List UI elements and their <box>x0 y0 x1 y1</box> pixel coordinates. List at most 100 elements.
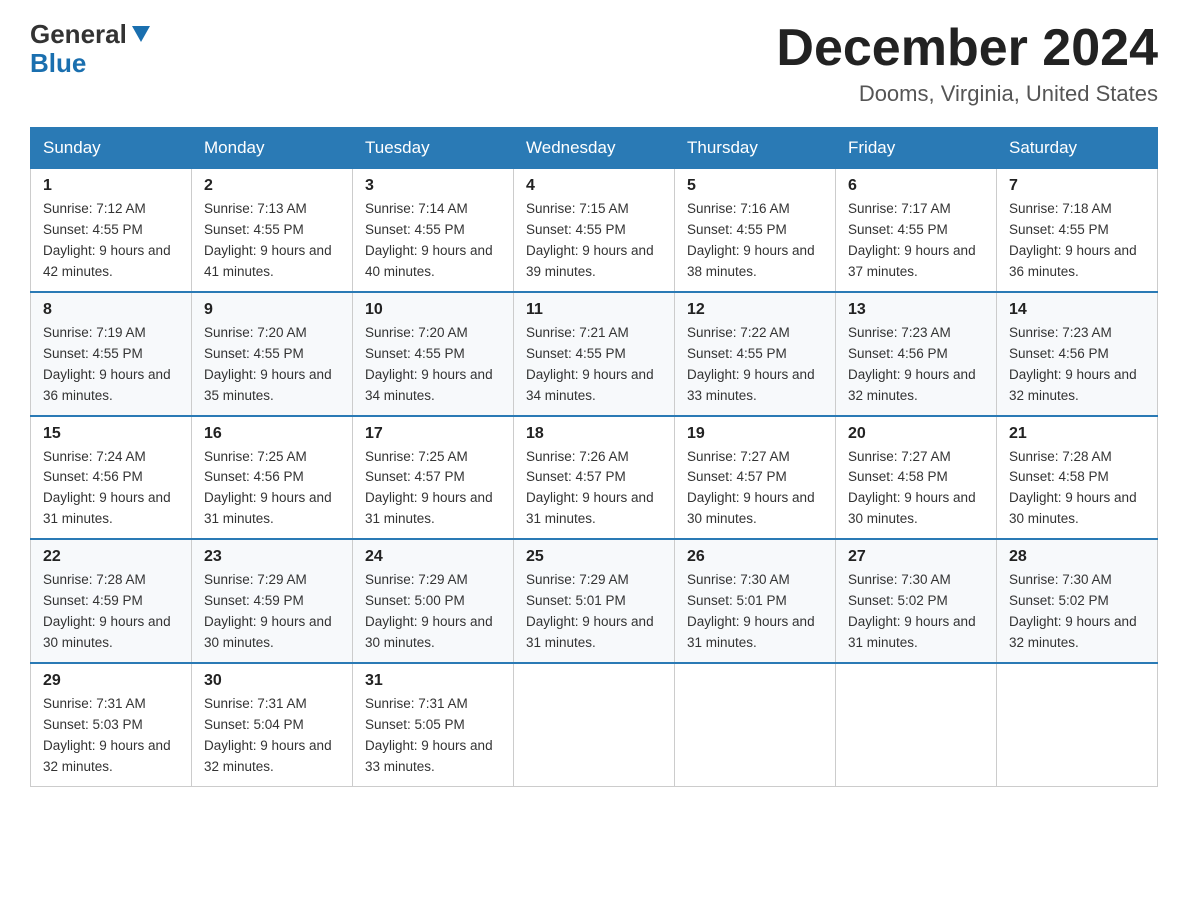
table-row: 24 Sunrise: 7:29 AMSunset: 5:00 PMDaylig… <box>353 539 514 663</box>
table-row <box>675 663 836 786</box>
day-number: 8 <box>43 301 179 319</box>
table-row: 5 Sunrise: 7:16 AMSunset: 4:55 PMDayligh… <box>675 169 836 292</box>
day-info: Sunrise: 7:25 AMSunset: 4:56 PMDaylight:… <box>204 449 332 527</box>
day-info: Sunrise: 7:29 AMSunset: 4:59 PMDaylight:… <box>204 572 332 650</box>
logo-general-line: General <box>30 20 152 49</box>
table-row: 14 Sunrise: 7:23 AMSunset: 4:56 PMDaylig… <box>997 292 1158 416</box>
table-row: 8 Sunrise: 7:19 AMSunset: 4:55 PMDayligh… <box>31 292 192 416</box>
day-number: 27 <box>848 548 984 566</box>
day-info: Sunrise: 7:14 AMSunset: 4:55 PMDaylight:… <box>365 201 493 279</box>
day-info: Sunrise: 7:21 AMSunset: 4:55 PMDaylight:… <box>526 325 654 403</box>
day-number: 5 <box>687 177 823 195</box>
day-info: Sunrise: 7:15 AMSunset: 4:55 PMDaylight:… <box>526 201 654 279</box>
table-row: 23 Sunrise: 7:29 AMSunset: 4:59 PMDaylig… <box>192 539 353 663</box>
table-row: 13 Sunrise: 7:23 AMSunset: 4:56 PMDaylig… <box>836 292 997 416</box>
day-number: 3 <box>365 177 501 195</box>
day-info: Sunrise: 7:31 AMSunset: 5:04 PMDaylight:… <box>204 696 332 774</box>
table-row: 11 Sunrise: 7:21 AMSunset: 4:55 PMDaylig… <box>514 292 675 416</box>
day-info: Sunrise: 7:23 AMSunset: 4:56 PMDaylight:… <box>848 325 976 403</box>
day-info: Sunrise: 7:31 AMSunset: 5:05 PMDaylight:… <box>365 696 493 774</box>
day-number: 7 <box>1009 177 1145 195</box>
header-wednesday: Wednesday <box>514 128 675 169</box>
header-thursday: Thursday <box>675 128 836 169</box>
table-row: 3 Sunrise: 7:14 AMSunset: 4:55 PMDayligh… <box>353 169 514 292</box>
table-row: 20 Sunrise: 7:27 AMSunset: 4:58 PMDaylig… <box>836 416 997 540</box>
calendar-week-2: 8 Sunrise: 7:19 AMSunset: 4:55 PMDayligh… <box>31 292 1158 416</box>
day-info: Sunrise: 7:30 AMSunset: 5:02 PMDaylight:… <box>1009 572 1137 650</box>
day-info: Sunrise: 7:23 AMSunset: 4:56 PMDaylight:… <box>1009 325 1137 403</box>
day-info: Sunrise: 7:20 AMSunset: 4:55 PMDaylight:… <box>365 325 493 403</box>
table-row: 22 Sunrise: 7:28 AMSunset: 4:59 PMDaylig… <box>31 539 192 663</box>
day-info: Sunrise: 7:26 AMSunset: 4:57 PMDaylight:… <box>526 449 654 527</box>
day-number: 19 <box>687 425 823 443</box>
logo: General Blue <box>30 20 152 77</box>
day-number: 18 <box>526 425 662 443</box>
day-number: 12 <box>687 301 823 319</box>
day-number: 9 <box>204 301 340 319</box>
day-number: 30 <box>204 672 340 690</box>
table-row: 31 Sunrise: 7:31 AMSunset: 5:05 PMDaylig… <box>353 663 514 786</box>
header-saturday: Saturday <box>997 128 1158 169</box>
calendar-header-row: Sunday Monday Tuesday Wednesday Thursday… <box>31 128 1158 169</box>
day-info: Sunrise: 7:24 AMSunset: 4:56 PMDaylight:… <box>43 449 171 527</box>
day-info: Sunrise: 7:25 AMSunset: 4:57 PMDaylight:… <box>365 449 493 527</box>
table-row: 6 Sunrise: 7:17 AMSunset: 4:55 PMDayligh… <box>836 169 997 292</box>
day-info: Sunrise: 7:13 AMSunset: 4:55 PMDaylight:… <box>204 201 332 279</box>
day-info: Sunrise: 7:30 AMSunset: 5:02 PMDaylight:… <box>848 572 976 650</box>
day-info: Sunrise: 7:29 AMSunset: 5:01 PMDaylight:… <box>526 572 654 650</box>
calendar-week-4: 22 Sunrise: 7:28 AMSunset: 4:59 PMDaylig… <box>31 539 1158 663</box>
day-info: Sunrise: 7:30 AMSunset: 5:01 PMDaylight:… <box>687 572 815 650</box>
table-row: 2 Sunrise: 7:13 AMSunset: 4:55 PMDayligh… <box>192 169 353 292</box>
table-row: 1 Sunrise: 7:12 AMSunset: 4:55 PMDayligh… <box>31 169 192 292</box>
calendar-table: Sunday Monday Tuesday Wednesday Thursday… <box>30 127 1158 786</box>
calendar-week-3: 15 Sunrise: 7:24 AMSunset: 4:56 PMDaylig… <box>31 416 1158 540</box>
day-info: Sunrise: 7:27 AMSunset: 4:58 PMDaylight:… <box>848 449 976 527</box>
day-number: 24 <box>365 548 501 566</box>
calendar-week-5: 29 Sunrise: 7:31 AMSunset: 5:03 PMDaylig… <box>31 663 1158 786</box>
logo-blue-text: Blue <box>30 49 86 78</box>
day-number: 17 <box>365 425 501 443</box>
day-number: 20 <box>848 425 984 443</box>
calendar-week-1: 1 Sunrise: 7:12 AMSunset: 4:55 PMDayligh… <box>31 169 1158 292</box>
table-row: 28 Sunrise: 7:30 AMSunset: 5:02 PMDaylig… <box>997 539 1158 663</box>
day-info: Sunrise: 7:28 AMSunset: 4:59 PMDaylight:… <box>43 572 171 650</box>
day-info: Sunrise: 7:19 AMSunset: 4:55 PMDaylight:… <box>43 325 171 403</box>
table-row: 16 Sunrise: 7:25 AMSunset: 4:56 PMDaylig… <box>192 416 353 540</box>
table-row <box>514 663 675 786</box>
day-info: Sunrise: 7:22 AMSunset: 4:55 PMDaylight:… <box>687 325 815 403</box>
table-row: 15 Sunrise: 7:24 AMSunset: 4:56 PMDaylig… <box>31 416 192 540</box>
table-row: 29 Sunrise: 7:31 AMSunset: 5:03 PMDaylig… <box>31 663 192 786</box>
day-number: 15 <box>43 425 179 443</box>
table-row: 7 Sunrise: 7:18 AMSunset: 4:55 PMDayligh… <box>997 169 1158 292</box>
day-number: 29 <box>43 672 179 690</box>
day-number: 11 <box>526 301 662 319</box>
day-number: 14 <box>1009 301 1145 319</box>
table-row: 26 Sunrise: 7:30 AMSunset: 5:01 PMDaylig… <box>675 539 836 663</box>
day-info: Sunrise: 7:16 AMSunset: 4:55 PMDaylight:… <box>687 201 815 279</box>
day-number: 22 <box>43 548 179 566</box>
month-title: December 2024 <box>776 20 1158 77</box>
header-monday: Monday <box>192 128 353 169</box>
day-number: 16 <box>204 425 340 443</box>
day-number: 21 <box>1009 425 1145 443</box>
day-number: 1 <box>43 177 179 195</box>
logo-general-text: General <box>30 20 127 49</box>
table-row: 19 Sunrise: 7:27 AMSunset: 4:57 PMDaylig… <box>675 416 836 540</box>
day-number: 28 <box>1009 548 1145 566</box>
day-info: Sunrise: 7:20 AMSunset: 4:55 PMDaylight:… <box>204 325 332 403</box>
day-info: Sunrise: 7:28 AMSunset: 4:58 PMDaylight:… <box>1009 449 1137 527</box>
table-row: 21 Sunrise: 7:28 AMSunset: 4:58 PMDaylig… <box>997 416 1158 540</box>
day-number: 25 <box>526 548 662 566</box>
table-row <box>836 663 997 786</box>
table-row: 9 Sunrise: 7:20 AMSunset: 4:55 PMDayligh… <box>192 292 353 416</box>
table-row: 18 Sunrise: 7:26 AMSunset: 4:57 PMDaylig… <box>514 416 675 540</box>
day-number: 2 <box>204 177 340 195</box>
table-row: 17 Sunrise: 7:25 AMSunset: 4:57 PMDaylig… <box>353 416 514 540</box>
day-number: 4 <box>526 177 662 195</box>
header-friday: Friday <box>836 128 997 169</box>
header-tuesday: Tuesday <box>353 128 514 169</box>
header-sunday: Sunday <box>31 128 192 169</box>
day-info: Sunrise: 7:18 AMSunset: 4:55 PMDaylight:… <box>1009 201 1137 279</box>
day-number: 26 <box>687 548 823 566</box>
table-row: 25 Sunrise: 7:29 AMSunset: 5:01 PMDaylig… <box>514 539 675 663</box>
